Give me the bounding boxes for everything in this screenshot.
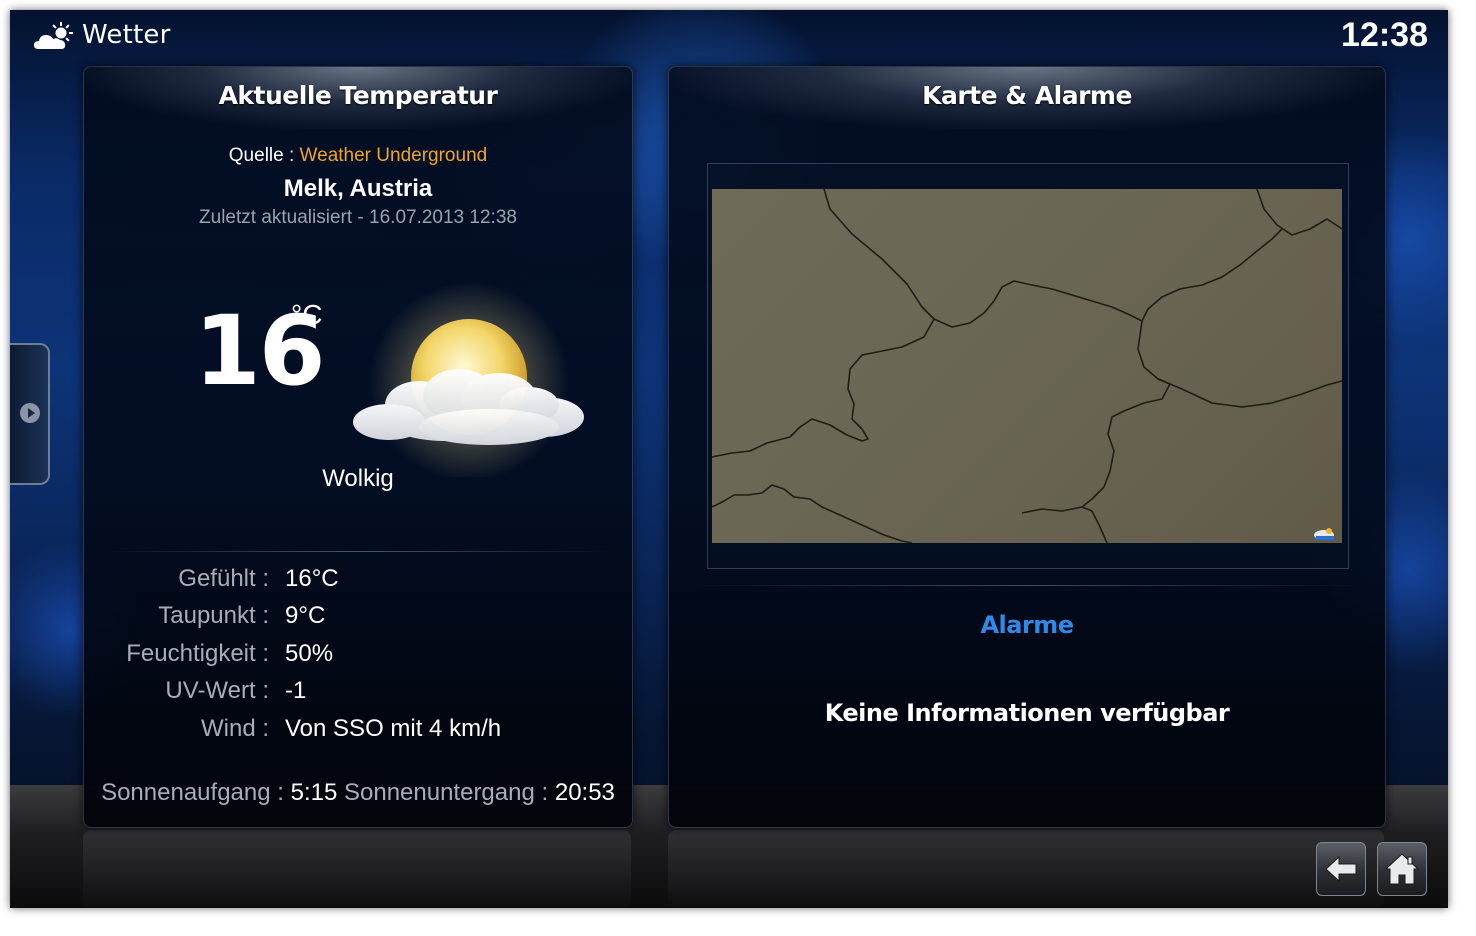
detail-value: -1 xyxy=(285,677,307,704)
page-title: Wetter xyxy=(82,20,171,50)
temperature-unit: °C xyxy=(291,299,323,330)
side-menu-tab[interactable] xyxy=(10,343,50,485)
map-borders xyxy=(712,189,1342,543)
sunrise-label: Sonnenaufgang : xyxy=(101,779,284,806)
detail-label: Gefühlt : xyxy=(178,565,269,592)
weather-cloud-sun-icon xyxy=(34,22,73,49)
detail-label: Taupunkt : xyxy=(158,602,269,629)
alerts-message: Keine Informationen verfügbar xyxy=(824,699,1230,727)
sunrise-time: 5:15 xyxy=(290,779,338,806)
weather-screen: Wetter 12:38 Aktuelle Temperatur Quelle … xyxy=(10,10,1448,908)
sun-times: Sonnenaufgang : 5:15 Sonnenuntergang : 2… xyxy=(84,779,632,807)
alerts-heading: Alarme xyxy=(980,611,1074,639)
left-panel-reflection xyxy=(83,830,631,908)
detail-row-feels-like: Gefühlt : 16°C xyxy=(84,565,632,599)
source-label: Quelle : xyxy=(228,145,295,166)
detail-row-dew-point: Taupunkt : 9°C xyxy=(84,602,632,636)
detail-value: 16°C xyxy=(285,565,339,592)
last-updated: Zuletzt aktualisiert - 16.07.2013 12:38 xyxy=(199,207,517,228)
source-name: Weather Underground xyxy=(299,145,488,166)
clock: 12:38 xyxy=(1341,16,1428,54)
weather-condition: Wolkig xyxy=(322,465,394,492)
home-icon xyxy=(1384,853,1420,885)
back-arrow-icon xyxy=(1325,855,1357,883)
back-button[interactable] xyxy=(1316,842,1366,896)
detail-row-wind: Wind : Von SSO mit 4 km/h xyxy=(84,715,632,749)
divider xyxy=(689,585,1365,586)
map-alerts-panel: Karte & Alarme Alarme Keine Informatione… xyxy=(668,66,1386,828)
source-line: Quelle : Weather Underground xyxy=(84,145,632,167)
divider xyxy=(104,551,612,552)
current-panel-title: Aktuelle Temperatur xyxy=(218,81,498,110)
sunset-time: 20:53 xyxy=(554,779,615,806)
detail-value: Von SSO mit 4 km/h xyxy=(285,715,502,742)
detail-value: 9°C xyxy=(285,602,326,629)
detail-label: UV-Wert : xyxy=(165,677,269,704)
partly-cloudy-icon xyxy=(353,282,584,477)
map-panel-title: Karte & Alarme xyxy=(922,81,1132,110)
right-panel-reflection xyxy=(668,830,1384,908)
detail-label: Feuchtigkeit : xyxy=(126,640,269,667)
current-weather-panel: Aktuelle Temperatur Quelle : Weather Und… xyxy=(83,66,633,828)
weather-map[interactable] xyxy=(712,189,1342,543)
detail-row-humidity: Feuchtigkeit : 50% xyxy=(84,640,632,674)
map-provider-badge-icon xyxy=(1314,528,1334,540)
detail-value: 50% xyxy=(285,640,334,667)
side-menu-arrow-icon xyxy=(20,403,40,423)
sunset-label: Sonnenuntergang : xyxy=(343,779,549,806)
home-button[interactable] xyxy=(1377,842,1427,896)
detail-row-uv-index: UV-Wert : -1 xyxy=(84,677,632,711)
location-name: Melk, Austria xyxy=(283,175,433,202)
detail-label: Wind : xyxy=(200,715,269,742)
